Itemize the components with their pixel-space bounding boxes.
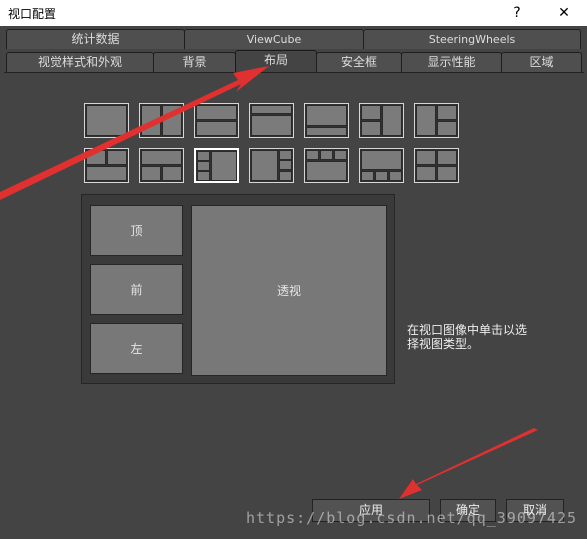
tab-visual-style[interactable]: 视觉样式和外观 <box>6 52 154 72</box>
watermark: https://blog.csdn.net/qq_39097425 <box>246 509 578 527</box>
layout-option-6[interactable] <box>359 103 404 138</box>
tab-regions[interactable]: 区域 <box>501 52 582 72</box>
layout-option-13[interactable] <box>359 148 404 183</box>
layout-option-2[interactable] <box>139 103 184 138</box>
hint-text: 在视口图像中单击以选择视图类型。 <box>407 323 528 351</box>
tab-divider <box>4 72 584 73</box>
close-button[interactable]: ✕ <box>548 0 580 26</box>
annotation-arrow-apply-button <box>399 428 538 499</box>
viewport-left[interactable]: 左 <box>90 323 183 374</box>
layout-option-8[interactable] <box>84 148 129 183</box>
layout-option-11[interactable] <box>249 148 294 183</box>
layout-option-1[interactable] <box>84 103 129 138</box>
tab-background[interactable]: 背景 <box>153 52 236 72</box>
layout-option-4[interactable] <box>249 103 294 138</box>
viewport-preview: 顶 前 左 透视 <box>81 194 395 384</box>
tab-steeringwheels[interactable]: SteeringWheels <box>363 29 581 49</box>
title-bar: 视口配置 ? ✕ <box>0 0 587 26</box>
layout-option-9[interactable] <box>139 148 184 183</box>
viewport-perspective-label: 透视 <box>276 284 301 298</box>
layout-option-14[interactable] <box>414 148 459 183</box>
viewport-front-label: 前 <box>130 283 143 297</box>
viewport-top[interactable]: 顶 <box>90 205 183 256</box>
viewport-front[interactable]: 前 <box>90 264 183 315</box>
tab-display-performance[interactable]: 显示性能 <box>401 52 502 72</box>
layout-option-3[interactable] <box>194 103 239 138</box>
layout-option-5[interactable] <box>304 103 349 138</box>
window-title: 视口配置 <box>8 7 57 21</box>
tab-viewcube[interactable]: ViewCube <box>184 29 364 49</box>
layout-option-12[interactable] <box>304 148 349 183</box>
viewport-top-label: 顶 <box>130 224 143 238</box>
help-button[interactable]: ? <box>501 0 533 26</box>
layout-option-10-selected[interactable] <box>194 148 239 183</box>
tab-statistics[interactable]: 统计数据 <box>6 29 185 49</box>
viewport-left-label: 左 <box>130 342 143 356</box>
layout-option-7[interactable] <box>414 103 459 138</box>
viewport-perspective[interactable]: 透视 <box>191 205 387 376</box>
tab-layout[interactable]: 布局 <box>235 50 317 73</box>
tab-safe-frame[interactable]: 安全框 <box>316 52 402 72</box>
